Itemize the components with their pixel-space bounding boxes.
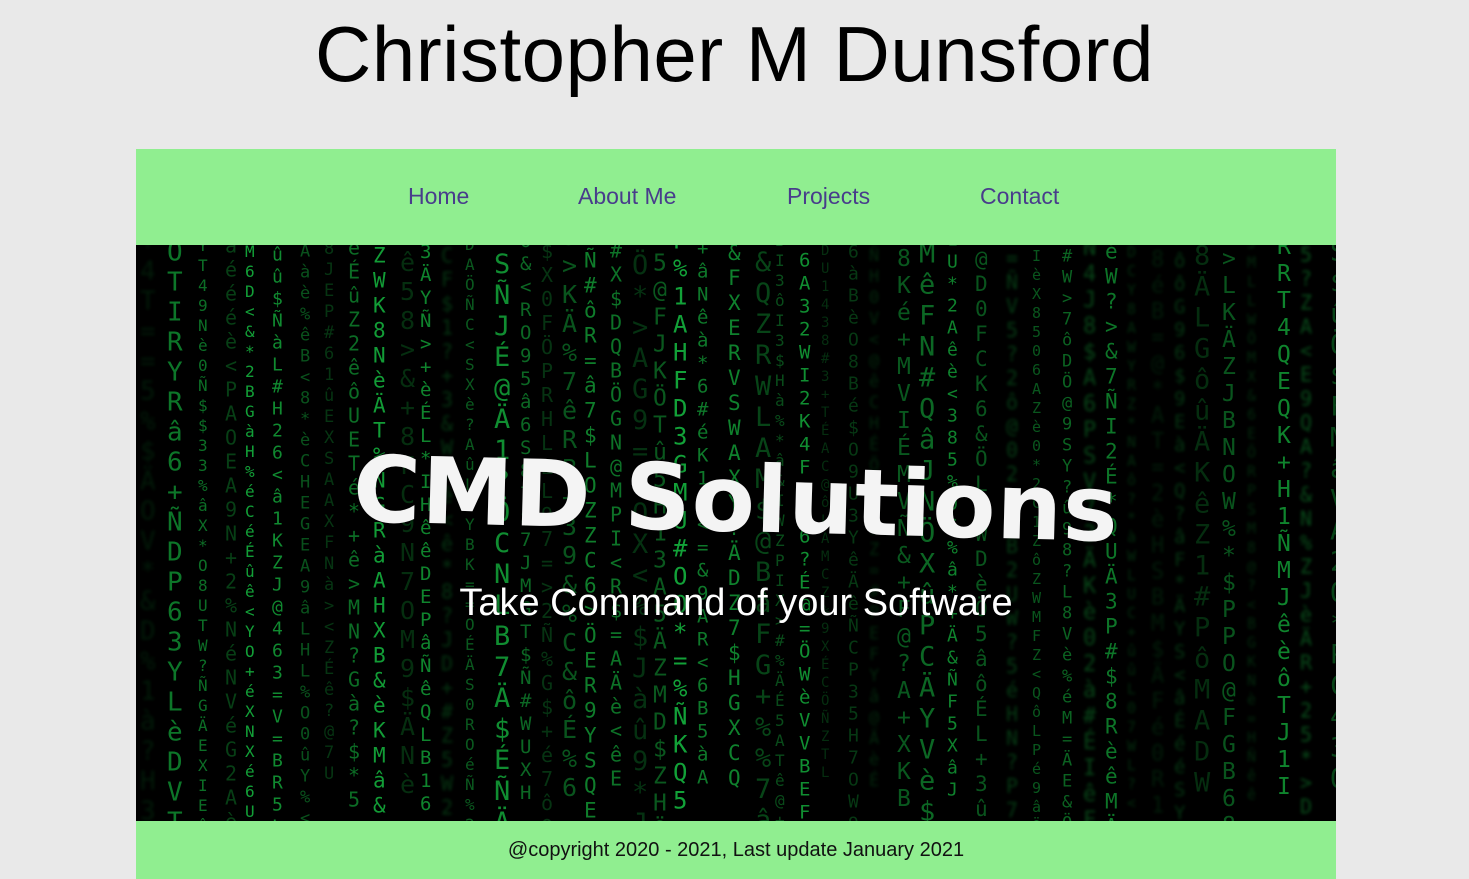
hero-banner: +4T==5%$ÄOV*&D%1à?H3à%TÖTIRYRâ6+ÑDP63YLè…	[136, 245, 1336, 821]
hero-subtitle: Take Command of your Software	[459, 582, 1013, 624]
nav-link-projects[interactable]: Projects	[787, 181, 870, 211]
footer: @copyright 2020 - 2021, Last update Janu…	[136, 821, 1336, 879]
footer-copyright: @copyright 2020 - 2021, Last update Janu…	[507, 839, 965, 861]
main-container: Home About Me Projects Contact +4T==5%$Ä…	[136, 149, 1336, 879]
nav-link-home[interactable]: Home	[408, 181, 469, 211]
nav-link-contact[interactable]: Contact	[980, 181, 1059, 211]
navbar: Home About Me Projects Contact	[136, 149, 1336, 245]
site-title: Christopher M Dunsford	[315, 10, 1154, 98]
nav-link-about-me[interactable]: About Me	[578, 181, 676, 211]
